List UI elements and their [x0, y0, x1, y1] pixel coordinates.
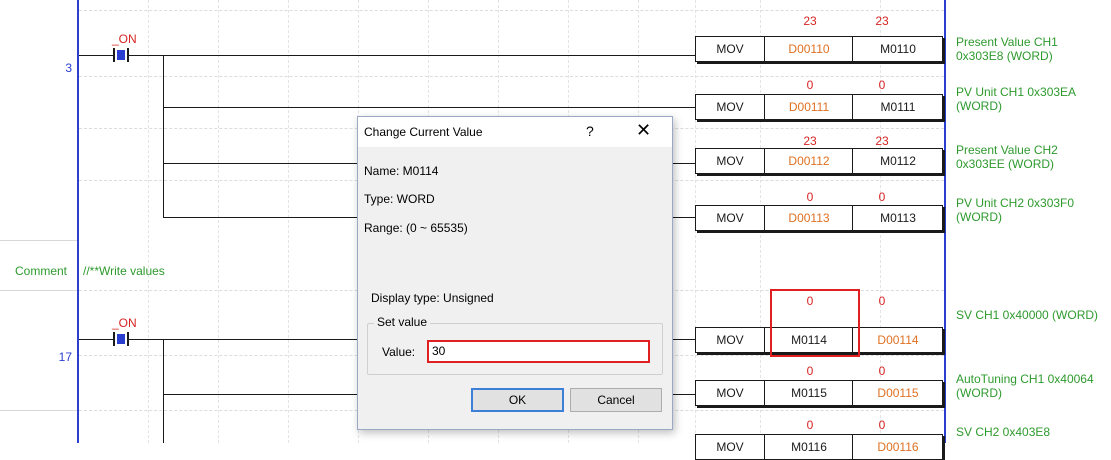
instruction-comment: Present Value CH1 0x303E8 (WORD) — [956, 35, 1058, 63]
dst-current-value: 0 — [878, 364, 886, 378]
dialog-title: Change Current Value — [364, 125, 483, 139]
contact-label: _ON — [112, 32, 137, 46]
op-code: MOV — [716, 333, 744, 347]
close-icon[interactable]: ✕ — [636, 120, 651, 141]
ok-button[interactable]: OK — [471, 388, 564, 412]
row-separator — [0, 410, 79, 411]
src-device[interactable]: D00110 — [764, 37, 853, 61]
grid-line — [218, 0, 219, 443]
dst-current-value: 0 — [878, 294, 886, 308]
dst-current-value: 23 — [875, 134, 889, 148]
dst-current-value: 23 — [875, 14, 889, 28]
dst-device[interactable]: M0110 — [852, 37, 943, 61]
src-device[interactable]: D00112 — [764, 149, 853, 173]
instruction-comment: PV Unit CH1 0x303EA (WORD) — [956, 85, 1076, 113]
src-current-value: 0 — [806, 78, 814, 92]
src-device[interactable]: D00113 — [764, 206, 853, 230]
dst-device[interactable]: D00116 — [852, 435, 943, 459]
src-current-value: 23 — [803, 14, 817, 28]
value-input[interactable]: 30 — [427, 340, 650, 363]
range-line: Range: (0 ~ 65535) — [364, 221, 468, 235]
rung-number: 3 — [65, 61, 72, 75]
dst-current-value: 0 — [878, 78, 886, 92]
row-separator — [0, 290, 79, 291]
grid-line — [148, 0, 149, 443]
instruction-comment: AutoTuning CH1 0x40064 (WORD) — [956, 372, 1094, 400]
dst-current-value: 0 — [878, 418, 886, 432]
highlight-box — [770, 289, 860, 357]
dst-current-value: 0 — [878, 190, 886, 204]
comment-label: Comment — [15, 264, 68, 278]
cancel-button[interactable]: Cancel — [570, 388, 662, 412]
name-line: Name: M0114 — [364, 164, 439, 178]
dialog-title-bar[interactable]: Change Current Value ? ✕ — [358, 117, 672, 147]
grid-line — [79, 10, 944, 11]
instruction-comment: SV CH2 0x403E8 — [956, 425, 1051, 439]
contact-icon[interactable] — [113, 48, 129, 62]
dst-device[interactable]: D00115 — [852, 381, 943, 405]
dst-device[interactable]: M0113 — [852, 206, 943, 230]
right-power-rail — [944, 0, 946, 443]
comment-text: //**Write values — [83, 264, 165, 278]
grid-line — [79, 76, 944, 77]
op-code: MOV — [716, 42, 744, 56]
src-device[interactable]: D00111 — [764, 95, 853, 119]
help-icon[interactable]: ? — [586, 123, 594, 139]
op-code: MOV — [716, 154, 744, 168]
instruction-comment: SV CH1 0x40000 (WORD) — [956, 308, 1099, 322]
dst-device[interactable]: D00114 — [852, 328, 943, 352]
rung-wire — [79, 55, 113, 56]
rung-number: 17 — [58, 350, 72, 364]
src-current-value: 0 — [806, 190, 814, 204]
display-type-line: Display type: Unsigned — [371, 291, 494, 305]
group-title: Set value — [374, 315, 431, 329]
src-current-value: 23 — [803, 134, 817, 148]
op-code: MOV — [716, 211, 744, 225]
rung-wire — [163, 107, 695, 108]
row-separator — [0, 240, 79, 241]
value-label: Value: — [382, 345, 416, 359]
op-code: MOV — [716, 100, 744, 114]
type-line: Type: WORD — [364, 192, 435, 206]
dst-device[interactable]: M0111 — [852, 95, 943, 119]
op-code: MOV — [716, 386, 744, 400]
op-code: MOV — [716, 440, 744, 454]
contact-label: _ON — [112, 316, 137, 330]
src-current-value: 0 — [806, 418, 814, 432]
src-device[interactable]: M0115 — [764, 381, 853, 405]
dst-device[interactable]: M0112 — [852, 149, 943, 173]
src-current-value: 0 — [806, 364, 814, 378]
rung-wire — [79, 339, 113, 340]
change-value-dialog[interactable]: Change Current Value ? ✕ Name: M0114 Typ… — [357, 116, 673, 430]
instruction-comment: PV Unit CH2 0x303F0 (WORD) — [956, 196, 1075, 224]
branch-wire — [163, 55, 164, 217]
rung-wire — [129, 55, 695, 56]
left-power-rail — [77, 0, 79, 443]
instruction-comment: Present Value CH2 0x303EE (WORD) — [956, 143, 1058, 171]
branch-wire — [163, 339, 164, 443]
src-device[interactable]: M0116 — [764, 435, 853, 459]
grid-line — [288, 0, 289, 443]
contact-icon[interactable] — [113, 332, 129, 346]
